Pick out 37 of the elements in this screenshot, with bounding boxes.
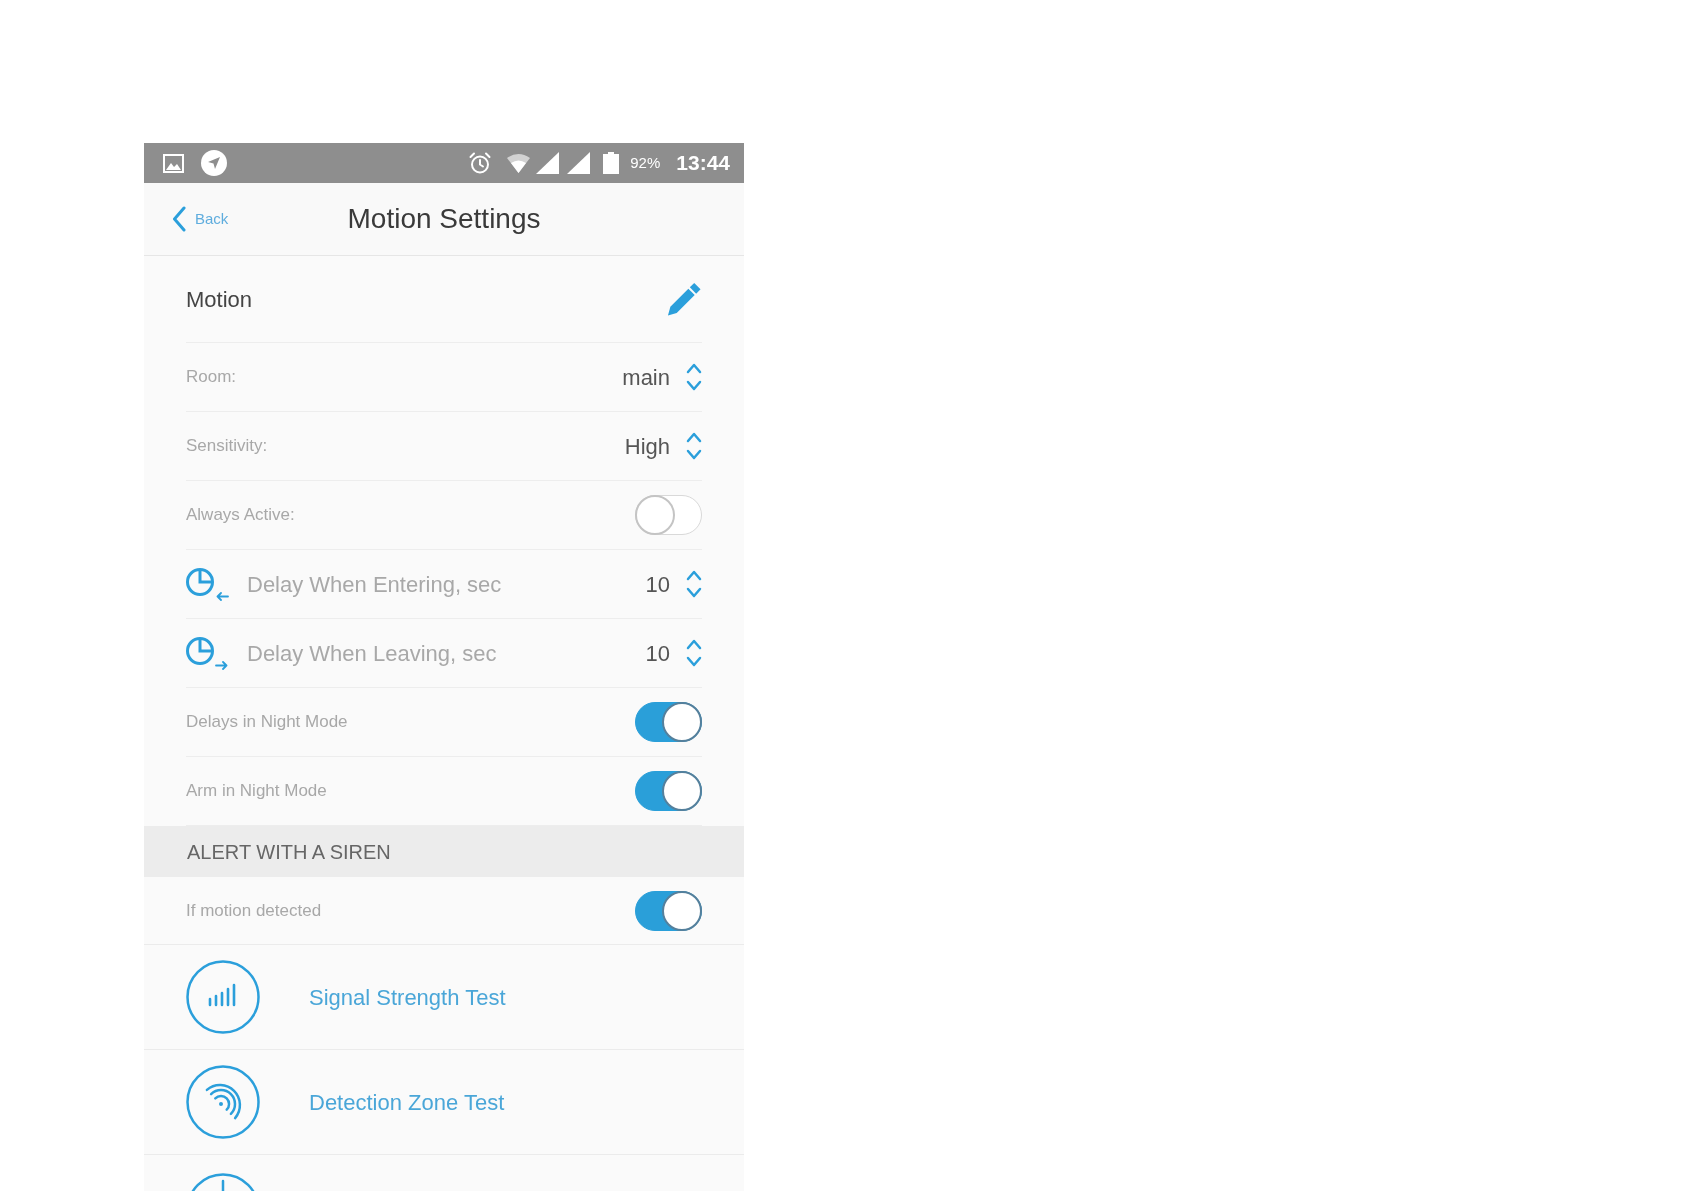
device-name: Motion xyxy=(186,285,253,314)
number-stepper[interactable]: 10 xyxy=(645,636,702,670)
value-picker[interactable]: main xyxy=(622,360,702,394)
up-down-chevron-icon xyxy=(686,362,702,392)
wifi-icon xyxy=(507,153,531,173)
clock-left-arrow-icon xyxy=(186,567,230,601)
signal-bars-icon xyxy=(186,960,260,1034)
signal-icon xyxy=(567,152,591,174)
image-icon xyxy=(163,153,184,173)
clock-right-arrow-icon xyxy=(186,636,230,670)
signal-icon xyxy=(536,152,560,174)
setting-label: Sensitivity: xyxy=(186,435,268,458)
chevron-left-icon xyxy=(172,206,186,232)
clock-time: 13:44 xyxy=(676,150,730,177)
alarm-clock-icon xyxy=(469,152,492,174)
screen-title: Motion Settings xyxy=(347,202,541,236)
setting-label: Delay When Entering, sec xyxy=(247,570,502,599)
toggle-switch[interactable] xyxy=(635,890,702,931)
up-down-chevron-icon xyxy=(686,638,702,668)
battery-icon xyxy=(603,152,620,174)
setting-label: If motion detected xyxy=(186,899,322,922)
section-heading: ALERT WITH A SIREN xyxy=(144,826,744,877)
toggle-switch[interactable] xyxy=(635,702,702,742)
toggle-switch[interactable] xyxy=(635,771,702,811)
navigation-icon xyxy=(201,150,227,176)
radar-waves-icon xyxy=(186,1065,260,1139)
number-stepper[interactable]: 10 xyxy=(645,567,702,601)
setting-label: Delays in Night Mode xyxy=(186,711,348,734)
up-down-chevron-icon xyxy=(686,431,702,461)
setting-label: Room: xyxy=(186,366,237,389)
pencil-icon[interactable] xyxy=(666,280,702,318)
setting-label: Delay When Leaving, sec xyxy=(247,639,497,668)
setting-label: Always Active: xyxy=(186,504,295,527)
battery-percent: 92% xyxy=(630,152,661,173)
value-picker[interactable]: High xyxy=(624,429,702,463)
up-down-chevron-icon xyxy=(686,569,702,599)
setting-label: Arm in Night Mode xyxy=(186,780,327,803)
